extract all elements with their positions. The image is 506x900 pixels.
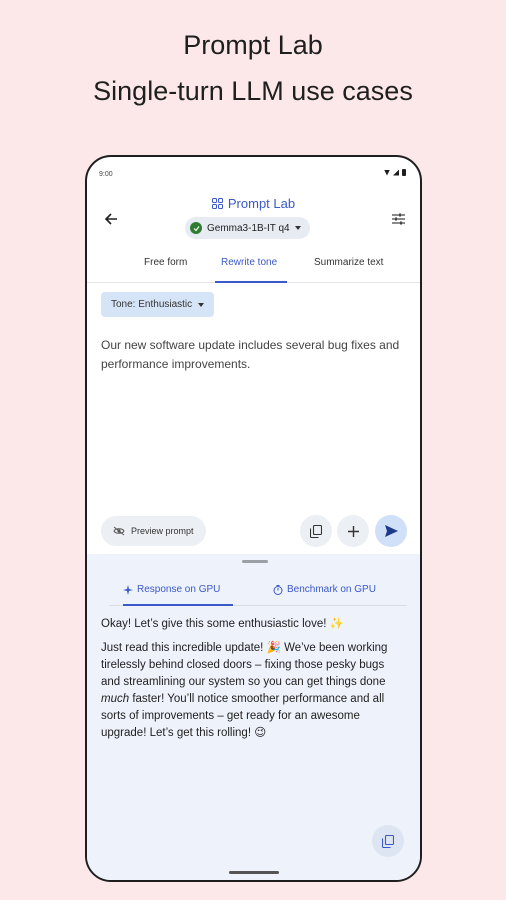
system-nav-handle[interactable] xyxy=(229,871,279,874)
response-text-segment: faster! You’ll notice smoother performan… xyxy=(101,693,385,739)
response-text-segment: Just read this incredible update! 🎉 We’v… xyxy=(101,642,388,688)
tab-summarize-text[interactable]: Summarize text xyxy=(314,257,383,268)
active-response-tab-indicator xyxy=(123,604,233,606)
tab-response[interactable]: Response on GPU xyxy=(123,584,220,595)
copy-icon xyxy=(310,524,322,538)
signal-icon xyxy=(393,169,399,176)
input-area: Tone: Enthusiastic Our new software upda… xyxy=(87,284,420,554)
page-title-label: Prompt Lab xyxy=(227,196,296,211)
send-button[interactable] xyxy=(375,515,407,547)
promo-subtitle: Single-turn LLM use cases xyxy=(93,76,413,106)
sparkle-icon xyxy=(123,584,133,595)
dropdown-caret-icon xyxy=(198,302,205,307)
dropdown-caret-icon xyxy=(294,226,301,230)
tab-free-form[interactable]: Free form xyxy=(144,257,187,268)
drag-handle[interactable] xyxy=(242,560,268,563)
active-tab-indicator xyxy=(215,281,287,283)
wifi-icon xyxy=(384,169,390,176)
preview-prompt-button[interactable]: Preview prompt xyxy=(101,516,206,546)
response-tabs: Response on GPU Benchmark on GPU xyxy=(109,572,407,606)
model-name: Gemma3-1B-IT q4 xyxy=(207,222,290,234)
page-title: Prompt Lab xyxy=(87,196,420,211)
copy-prompt-button[interactable] xyxy=(300,515,332,547)
prompt-input[interactable]: Our new software update includes several… xyxy=(101,336,401,374)
tune-icon xyxy=(391,213,405,225)
tab-rewrite-tone[interactable]: Rewrite tone xyxy=(221,257,277,268)
tone-selector[interactable]: Tone: Enthusiastic xyxy=(101,292,215,317)
send-icon xyxy=(384,525,398,537)
plus-icon xyxy=(347,525,359,537)
visibility-off-icon xyxy=(113,526,125,536)
copy-icon xyxy=(382,834,394,848)
app-header: Prompt Lab Gemma3-1B-IT q4 xyxy=(87,187,420,247)
response-text: Okay! Let’s give this some enthusiastic … xyxy=(101,616,406,749)
tab-benchmark[interactable]: Benchmark on GPU xyxy=(273,584,376,595)
phone-frame: 9:00 Prompt Lab Gemma3-1B-IT q4 Free for… xyxy=(85,155,422,882)
promo-title: Prompt Lab xyxy=(183,30,323,60)
response-panel: Response on GPU Benchmark on GPU Okay! L… xyxy=(87,554,420,880)
copy-response-button[interactable] xyxy=(372,825,404,857)
status-time: 9:00 xyxy=(99,171,113,178)
arrow-back-icon xyxy=(104,213,117,225)
status-bar: 9:00 xyxy=(87,157,420,187)
preview-prompt-label: Preview prompt xyxy=(131,526,194,536)
response-paragraph-2: Just read this incredible update! 🎉 We’v… xyxy=(101,640,406,742)
settings-button[interactable] xyxy=(388,209,408,229)
tab-benchmark-label: Benchmark on GPU xyxy=(287,584,376,595)
response-paragraph-1: Okay! Let’s give this some enthusiastic … xyxy=(101,618,344,630)
tab-response-label: Response on GPU xyxy=(137,584,221,595)
status-icons xyxy=(384,169,406,176)
task-tabs: Free form Rewrite tone Summarize text xyxy=(87,249,420,283)
timer-icon xyxy=(273,584,283,595)
model-selector[interactable]: Gemma3-1B-IT q4 xyxy=(185,217,310,239)
grid-icon xyxy=(211,198,223,209)
battery-icon xyxy=(402,169,406,176)
add-button[interactable] xyxy=(337,515,369,547)
model-status-icon xyxy=(190,222,202,234)
response-emphasis: much xyxy=(101,693,130,705)
tone-label: Tone: Enthusiastic xyxy=(111,299,193,310)
back-button[interactable] xyxy=(101,209,121,229)
